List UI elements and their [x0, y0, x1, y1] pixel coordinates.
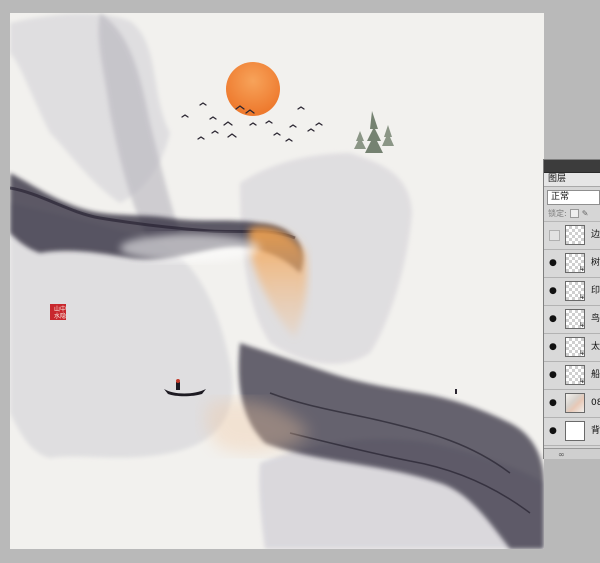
smart-object-link-icon: ↳ [579, 293, 585, 301]
ink-landscape-artwork: 山 中 水 隐 [10, 13, 544, 549]
blend-mode-row: 正常 [544, 187, 600, 205]
visibility-toggle-off-icon[interactable] [549, 230, 560, 241]
visibility-eye-icon[interactable]: ● [549, 287, 558, 296]
lock-row: 锁定: ✎ [544, 205, 600, 222]
smart-object-link-icon: ↳ [579, 265, 585, 273]
document-canvas[interactable]: 山 中 水 隐 [10, 13, 544, 549]
layer-row[interactable]: ● 08 [544, 390, 600, 418]
seal-char-4: 隐 [60, 312, 66, 320]
mist [120, 234, 260, 262]
smart-object-link-icon: ↳ [579, 349, 585, 357]
layer-row[interactable]: ● ↳ 船 [544, 362, 600, 390]
visibility-eye-icon[interactable]: ● [549, 315, 558, 324]
visibility-eye-icon[interactable]: ● [549, 343, 558, 352]
layer-name[interactable]: 太 [591, 342, 600, 353]
tab-layers[interactable]: 图层 [544, 173, 600, 187]
lock-label: 锁定: [548, 208, 567, 218]
layer-row[interactable]: ● ↳ 印 [544, 278, 600, 306]
layer-row[interactable]: ● ↳ 树 [544, 250, 600, 278]
layer-name[interactable]: 印 [591, 286, 600, 297]
sun [226, 62, 280, 116]
layer-thumbnail[interactable] [565, 421, 585, 441]
layer-thumbnail[interactable] [565, 393, 585, 413]
smart-object-link-icon: ↳ [579, 377, 585, 385]
layer-thumbnail[interactable] [565, 225, 585, 245]
lock-image-pixels-icon[interactable]: ✎ [582, 209, 589, 218]
layer-row[interactable]: ● ↳ 太 [544, 334, 600, 362]
layers-panel: 图层 正常 锁定: ✎ 边●↳树●↳印●↳鸟●↳太●↳船●08●背 ∞ [543, 159, 600, 459]
layer-name[interactable]: 边 [591, 230, 600, 241]
layer-name[interactable]: 船 [591, 370, 600, 381]
layer-list: 边●↳树●↳印●↳鸟●↳太●↳船●08●背 [544, 222, 600, 446]
visibility-eye-icon[interactable]: ● [549, 371, 558, 380]
layer-row[interactable]: 边 [544, 222, 600, 250]
layer-name[interactable]: 树 [591, 258, 600, 269]
panel-footer: ∞ [544, 448, 600, 459]
pine-trees [354, 111, 394, 153]
layer-row[interactable]: ● ↳ 鸟 [544, 306, 600, 334]
layer-row[interactable]: ● 背 [544, 418, 600, 446]
visibility-eye-icon[interactable]: ● [549, 399, 558, 408]
visibility-eye-icon[interactable]: ● [549, 427, 558, 436]
panel-titlebar[interactable] [544, 160, 600, 173]
seal-char-2: 中 [60, 305, 66, 313]
layer-name[interactable]: 背 [591, 426, 600, 437]
link-layers-icon[interactable]: ∞ [558, 450, 565, 459]
layer-name[interactable]: 鸟 [591, 314, 600, 325]
visibility-eye-icon[interactable]: ● [549, 259, 558, 268]
tiny-figure [455, 389, 457, 394]
red-seal: 山 中 水 隐 [50, 304, 66, 320]
blend-mode-select[interactable]: 正常 [547, 190, 600, 205]
lock-transparent-pixels-icon[interactable] [569, 208, 579, 218]
smart-object-link-icon: ↳ [579, 321, 585, 329]
layer-name[interactable]: 08 [591, 398, 600, 409]
